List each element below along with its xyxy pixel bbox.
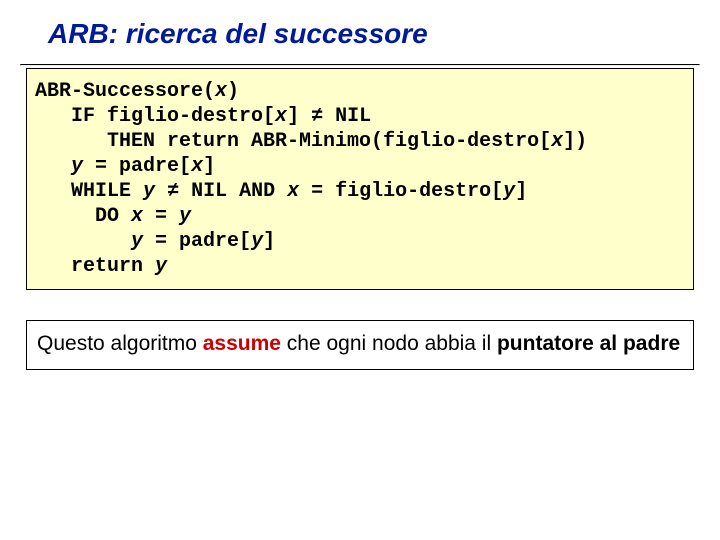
- code-text: = padre[: [83, 155, 191, 178]
- neq-symbol: ≠: [167, 180, 179, 203]
- code-text: DO: [35, 205, 131, 228]
- code-text: =: [143, 205, 179, 228]
- code-var: x: [191, 155, 203, 178]
- code-var: y: [155, 255, 167, 278]
- code-box: ABR-Successore(x) IF figlio-destro[x] ≠ …: [26, 68, 694, 290]
- code-text: = figlio-destro[: [299, 180, 503, 203]
- code-text: IF figlio-destro[: [35, 105, 275, 128]
- code-var: x: [131, 205, 143, 228]
- code-var: x: [287, 180, 299, 203]
- note-box: Questo algoritmo assume che ogni nodo ab…: [26, 320, 694, 370]
- code-text: [155, 180, 167, 203]
- code-line-3: THEN return ABR-Minimo(figlio-destro[x]): [35, 129, 685, 154]
- code-line-1: ABR-Successore(x): [35, 79, 685, 104]
- code-line-8: return y: [35, 254, 685, 279]
- code-text: ]: [203, 155, 215, 178]
- note-text: che ogni nodo abbia il: [281, 332, 497, 355]
- code-var: x: [275, 105, 287, 128]
- code-var: y: [71, 155, 83, 178]
- code-var: y: [251, 230, 263, 253]
- code-var: y: [503, 180, 515, 203]
- code-text: [35, 155, 71, 178]
- code-var: y: [143, 180, 155, 203]
- note-assume: assume: [203, 332, 281, 355]
- code-text: ABR-Successore(: [35, 80, 215, 103]
- code-line-5: WHILE y ≠ NIL AND x = figlio-destro[y]: [35, 179, 685, 204]
- note-text: Questo algoritmo: [37, 332, 203, 355]
- code-var: y: [131, 230, 143, 253]
- code-text: THEN return ABR-Minimo(figlio-destro[: [35, 130, 551, 153]
- code-line-6: DO x = y: [35, 204, 685, 229]
- code-text: ]: [287, 105, 311, 128]
- code-text: NIL: [323, 105, 371, 128]
- code-line-2: IF figlio-destro[x] ≠ NIL: [35, 104, 685, 129]
- code-text: WHILE: [35, 180, 143, 203]
- slide-title: ARB: ricerca del successore: [48, 18, 700, 50]
- code-text: ]): [563, 130, 587, 153]
- code-text: NIL AND: [179, 180, 287, 203]
- code-line-7: y = padre[y]: [35, 229, 685, 254]
- code-text: ]: [263, 230, 275, 253]
- code-var: y: [179, 205, 191, 228]
- code-text: ]: [515, 180, 527, 203]
- code-text: ): [227, 80, 239, 103]
- note-bold: puntatore al padre: [497, 332, 680, 355]
- code-var: x: [551, 130, 563, 153]
- code-var: x: [215, 80, 227, 103]
- code-text: [35, 230, 131, 253]
- slide: ARB: ricerca del successore ABR-Successo…: [0, 0, 720, 390]
- code-text: = padre[: [143, 230, 251, 253]
- code-line-4: y = padre[x]: [35, 154, 685, 179]
- code-text: return: [35, 255, 155, 278]
- neq-symbol: ≠: [311, 105, 323, 128]
